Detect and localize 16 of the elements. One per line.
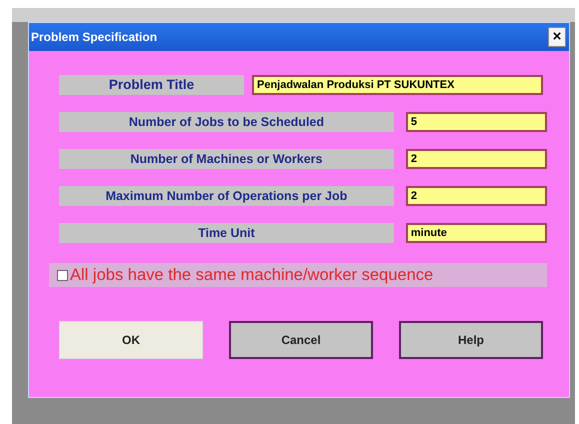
field-label: Time Unit	[59, 223, 394, 243]
input-field[interactable]: 2	[406, 186, 547, 206]
input-field[interactable]: Penjadwalan Produksi PT SUKUNTEX	[252, 75, 543, 95]
field-label: Maximum Number of Operations per Job	[59, 186, 394, 206]
dialog-button[interactable]: Help	[399, 321, 543, 359]
field-label: Number of Machines or Workers	[59, 149, 394, 169]
checkbox[interactable]	[57, 270, 68, 280]
window-title: Problem Specification	[31, 30, 158, 44]
field-label: Problem Title	[59, 75, 244, 95]
dialog-button[interactable]: Cancel	[229, 321, 373, 359]
close-button[interactable]: ×	[548, 27, 566, 47]
input-field[interactable]: 5	[406, 112, 547, 132]
dialog-button[interactable]: OK	[59, 321, 203, 359]
input-field[interactable]: minute	[406, 223, 547, 243]
field-label: Number of Jobs to be Scheduled	[59, 112, 394, 132]
input-field[interactable]: 2	[406, 149, 547, 169]
